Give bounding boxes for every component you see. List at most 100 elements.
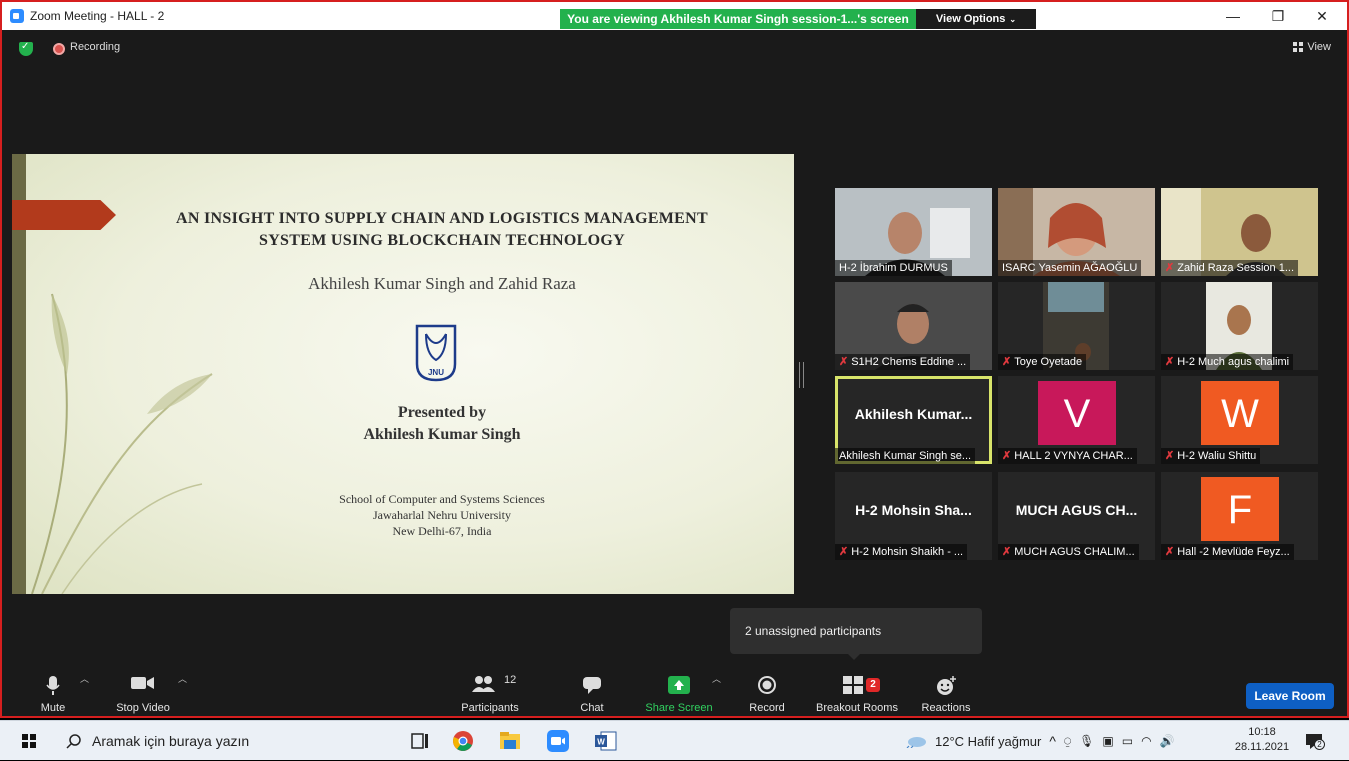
muted-mic-icon: ✗	[839, 356, 849, 368]
splitter-handle[interactable]	[799, 362, 804, 388]
slide-title-line1: AN INSIGHT INTO SUPPLY CHAIN AND LOGISTI…	[175, 210, 708, 227]
chat-bubble-icon	[583, 677, 601, 694]
window-title-area: Zoom Meeting - HALL - 2	[10, 2, 164, 30]
participant-tile[interactable]: ISARC Yasemin AĞAOĞLU	[998, 188, 1155, 276]
participant-avatar: W	[1201, 381, 1279, 445]
participant-name-text: S1H2 Chems Eddine ...	[851, 356, 967, 368]
view-options-button[interactable]: View Options ⌄	[916, 9, 1036, 29]
participant-name-text: H-2 Waliu Shittu	[1177, 450, 1257, 462]
clock-time: 10:18	[1248, 726, 1276, 738]
notification-center-icon[interactable]: 2	[1304, 731, 1325, 751]
volume-icon[interactable]: 🔊	[1160, 734, 1175, 748]
chevron-up-icon[interactable]: ^	[1049, 733, 1056, 749]
share-options-caret-icon[interactable]: ︿	[712, 672, 721, 685]
wifi-icon[interactable]: ◠	[1141, 734, 1151, 748]
participant-name-text: Toye Oyetade	[1014, 356, 1083, 368]
school-name: School of Computer and Systems Sciences	[339, 492, 545, 506]
stop-video-label: Stop Video	[116, 702, 170, 714]
restore-button[interactable]: ❐	[1261, 6, 1295, 26]
record-button[interactable]: Record	[744, 670, 790, 716]
shared-screen-slide: AN INSIGHT INTO SUPPLY CHAIN AND LOGISTI…	[12, 154, 794, 594]
participant-tile[interactable]: ✗ H-2 Much agus chalimi	[1161, 282, 1318, 370]
participants-count: 12	[504, 674, 517, 686]
participant-name-text: Hall -2 Mevlüde Feyz...	[1177, 546, 1290, 558]
breakout-badge: 2	[866, 678, 880, 692]
battery-icon[interactable]: ▭	[1122, 734, 1133, 748]
task-view-icon[interactable]	[408, 729, 432, 753]
chat-button[interactable]: Chat	[570, 670, 614, 716]
university-name: Jawaharlal Nehru University	[373, 508, 511, 522]
zoom-window: Zoom Meeting - HALL - 2 You are viewing …	[0, 0, 1349, 718]
mute-label: Mute	[40, 702, 66, 714]
muted-mic-icon: ✗	[1165, 262, 1175, 274]
breakout-rooms-label: Breakout Rooms	[816, 702, 898, 714]
participant-name: ISARC Yasemin AĞAOĞLU	[998, 260, 1142, 276]
weather-text[interactable]: 12°C Hafif yağmur	[935, 734, 1041, 749]
reactions-button[interactable]: Reactions	[918, 670, 974, 716]
muted-mic-icon: ✗	[1165, 450, 1175, 462]
minimize-button[interactable]: —	[1216, 6, 1250, 26]
participant-name: ✗ MUCH AGUS CHALIM...	[998, 544, 1139, 560]
participants-button[interactable]: 12 Participants	[454, 670, 526, 716]
participant-tile[interactable]: ✗ Toye Oyetade	[998, 282, 1155, 370]
microphone-tray-icon[interactable]: 🎙	[1079, 734, 1094, 748]
microphone-icon	[46, 676, 60, 695]
participant-name-text: MUCH AGUS CHALIM...	[1014, 546, 1135, 558]
participant-tile[interactable]: H-2 İbrahim DURMUS	[835, 188, 992, 276]
stop-video-button[interactable]: Stop Video	[110, 670, 176, 716]
viewing-screen-banner: You are viewing Akhilesh Kumar Singh ses…	[560, 9, 916, 29]
muted-mic-icon: ✗	[1002, 450, 1012, 462]
participant-name: ✗ Hall -2 Mevlüde Feyz...	[1161, 544, 1294, 560]
app-tray-icon[interactable]: ▣	[1102, 734, 1113, 748]
file-explorer-icon[interactable]	[498, 729, 522, 753]
word-icon[interactable]: W	[594, 729, 618, 753]
participants-label: Participants	[461, 702, 519, 714]
view-options-label: View Options	[935, 13, 1006, 25]
record-icon	[758, 676, 776, 694]
jnu-logo-text: JNU	[428, 368, 444, 377]
mute-button[interactable]: Mute	[30, 670, 76, 716]
meet-now-icon[interactable]: ⍜	[1064, 734, 1071, 749]
view-button[interactable]: View	[1293, 41, 1331, 53]
windows-taskbar: Aramak için buraya yazın W 12°C Hafif ya…	[0, 720, 1349, 760]
close-button[interactable]: ✕	[1305, 6, 1339, 26]
notification-count: 2	[1314, 739, 1325, 750]
breakout-tooltip: 2 unassigned participants	[730, 608, 982, 660]
encryption-shield-icon[interactable]	[19, 41, 33, 56]
taskbar-search[interactable]: Aramak için buraya yazın	[54, 721, 384, 761]
recording-label[interactable]: Recording	[70, 41, 120, 53]
participant-tile[interactable]: W ✗ H-2 Waliu Shittu	[1161, 376, 1318, 464]
weather-icon	[906, 737, 926, 748]
meeting-toolbar: Mute ︿ Stop Video ︿ 12 Participants Chat…	[2, 662, 1347, 716]
participant-tile[interactable]: ✗ Zahid Raza Session 1...	[1161, 188, 1318, 276]
video-options-caret-icon[interactable]: ︿	[178, 672, 187, 685]
participant-tile[interactable]: MUCH AGUS CH... ✗ MUCH AGUS CHALIM...	[998, 472, 1155, 560]
participant-tile[interactable]: F ✗ Hall -2 Mevlüde Feyz...	[1161, 472, 1318, 560]
zoom-taskbar-icon[interactable]	[546, 729, 570, 753]
taskbar-clock[interactable]: 10:18 28.11.2021	[1232, 725, 1292, 755]
muted-mic-icon: ✗	[1165, 356, 1175, 368]
participant-avatar: F	[1201, 477, 1279, 541]
title-bar: Zoom Meeting - HALL - 2 You are viewing …	[2, 2, 1347, 30]
participant-name: H-2 İbrahim DURMUS	[835, 260, 952, 276]
muted-mic-icon: ✗	[1002, 356, 1012, 368]
mute-options-caret-icon[interactable]: ︿	[80, 672, 89, 685]
share-screen-button[interactable]: Share Screen	[642, 670, 716, 716]
slide-title-line2: SYSTEM USING BLOCKCHAIN TECHNOLOGY	[259, 232, 625, 249]
smiley-icon	[937, 676, 956, 695]
breakout-rooms-button[interactable]: 2 Breakout Rooms	[812, 670, 902, 716]
chat-label: Chat	[580, 702, 604, 714]
search-placeholder: Aramak için buraya yazın	[92, 733, 250, 749]
participant-tile[interactable]: H-2 Mohsin Sha... ✗ H-2 Mohsin Shaikh - .…	[835, 472, 992, 560]
chrome-icon[interactable]	[451, 729, 475, 753]
slide-arrow-decoration	[12, 200, 116, 230]
participant-tile[interactable]: V ✗ HALL 2 VYNYA CHAR...	[998, 376, 1155, 464]
participant-tile[interactable]: ✗ S1H2 Chems Eddine ...	[835, 282, 992, 370]
leave-room-button[interactable]: Leave Room	[1246, 683, 1334, 709]
participant-gallery: H-2 İbrahim DURMUS ISARC Yasemin AĞAOĞLU…	[833, 188, 1319, 562]
windows-start-icon[interactable]	[22, 734, 36, 748]
active-speaker-tile[interactable]: Akhilesh Kumar... Akhilesh Kumar Singh s…	[835, 376, 992, 464]
participants-icon	[472, 676, 495, 692]
participant-name: ✗ S1H2 Chems Eddine ...	[835, 354, 971, 370]
city-name: New Delhi-67, India	[392, 524, 492, 538]
